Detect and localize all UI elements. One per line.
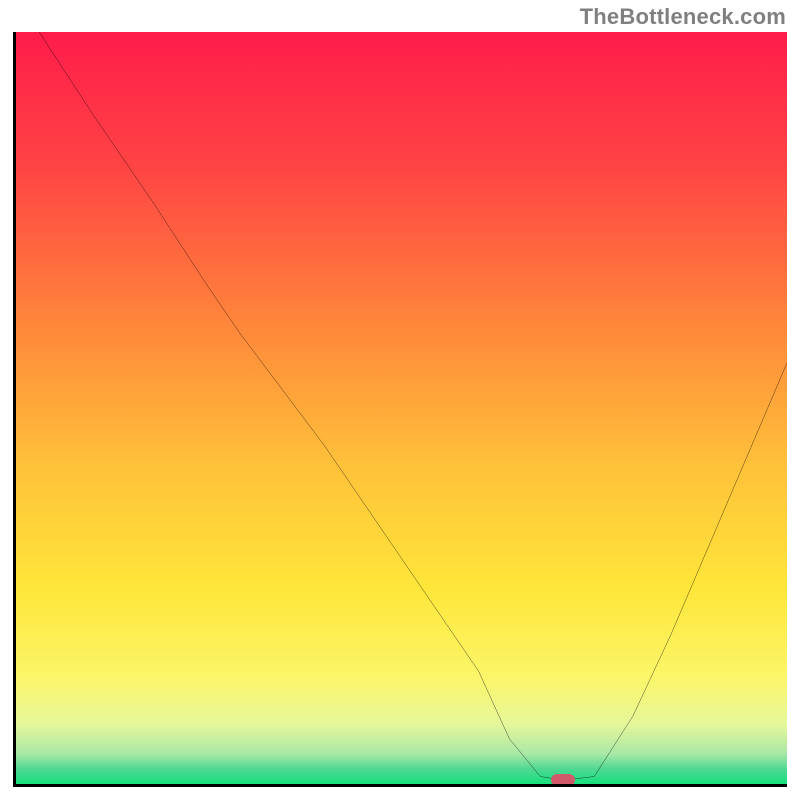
plot-area	[13, 32, 787, 787]
bottleneck-curve	[39, 32, 787, 780]
chart-container: TheBottleneck.com	[0, 0, 800, 800]
watermark-text: TheBottleneck.com	[580, 4, 786, 30]
optimal-marker	[551, 774, 575, 786]
curve-layer	[16, 32, 787, 784]
